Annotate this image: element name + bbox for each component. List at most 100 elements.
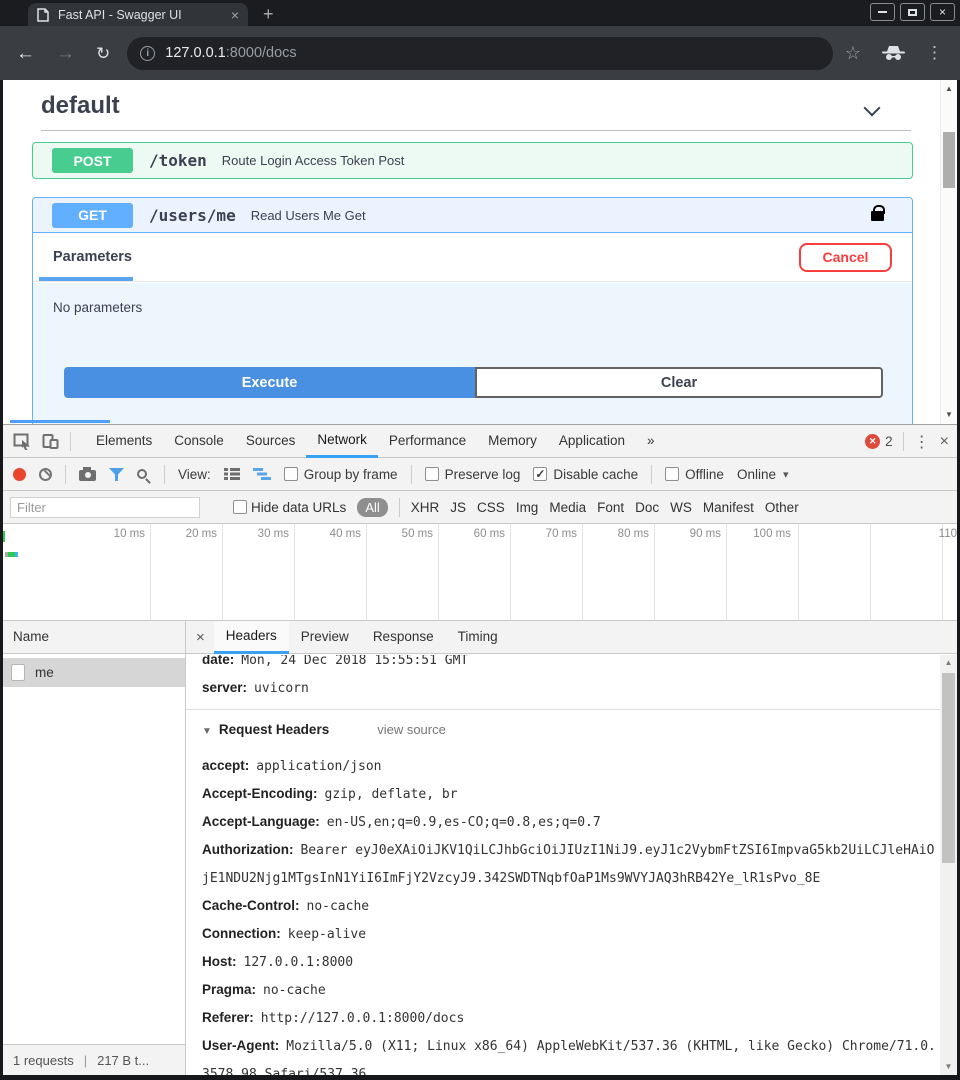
- request-header-row: Connection:keep-alive: [202, 920, 940, 948]
- filter-type-img[interactable]: Img: [516, 500, 539, 515]
- devtools-tab-application[interactable]: Application: [548, 425, 636, 458]
- page-scrollbar[interactable]: ▲ ▼: [940, 80, 957, 424]
- active-tab-underline: [39, 277, 133, 281]
- inspect-element-icon[interactable]: [13, 433, 32, 450]
- back-button[interactable]: ←: [16, 44, 35, 63]
- forward-button[interactable]: →: [56, 44, 75, 63]
- offline-checkbox[interactable]: [665, 467, 679, 481]
- search-icon[interactable]: [137, 469, 147, 479]
- timeline-tick-label: 80 ms: [587, 528, 649, 540]
- devtools-tab-performance[interactable]: Performance: [378, 425, 477, 458]
- details-tab-timing[interactable]: Timing: [446, 621, 510, 654]
- devtools-tab-elements[interactable]: Elements: [85, 425, 163, 458]
- device-toolbar-icon[interactable]: [42, 433, 59, 450]
- details-tab-response[interactable]: Response: [361, 621, 446, 654]
- tab-parameters[interactable]: Parameters: [53, 249, 132, 265]
- gridline: [510, 524, 511, 620]
- devtools-tab-console[interactable]: Console: [163, 425, 235, 458]
- filter-type-xhr[interactable]: XHR: [411, 500, 440, 515]
- disable-cache-label[interactable]: Disable cache: [553, 467, 638, 482]
- timeline-tick-label: 20 ms: [155, 528, 217, 540]
- filter-input[interactable]: [10, 497, 200, 518]
- scroll-down-icon[interactable]: ▼: [941, 410, 957, 419]
- devtools-tab-memory[interactable]: Memory: [477, 425, 548, 458]
- details-scrollbar[interactable]: ▲ ▼: [940, 655, 957, 1075]
- filter-type-js[interactable]: JS: [450, 500, 466, 515]
- bookmark-star-icon[interactable]: ☆: [845, 43, 861, 64]
- endpoint-header[interactable]: GET /users/me Read Users Me Get: [33, 198, 912, 233]
- horizontal-scrollbar-thumb[interactable]: [10, 420, 110, 423]
- clear-button[interactable]: Clear: [475, 367, 883, 398]
- minimize-button[interactable]: [870, 3, 895, 21]
- section-title: default: [41, 92, 120, 120]
- scrollbar-thumb[interactable]: [943, 132, 955, 188]
- group-by-frame-label[interactable]: Group by frame: [304, 467, 398, 482]
- clear-requests-icon[interactable]: [39, 468, 52, 481]
- offline-label[interactable]: Offline: [685, 467, 724, 482]
- auth-lock-icon[interactable]: [871, 211, 884, 221]
- preserve-log-checkbox[interactable]: [425, 467, 439, 481]
- execute-button[interactable]: Execute: [64, 367, 475, 398]
- error-count-badge[interactable]: ✕ 2: [865, 434, 893, 449]
- method-badge-post: POST: [52, 148, 133, 173]
- devtools-menu-icon[interactable]: ⋮: [914, 432, 930, 452]
- view-source-link[interactable]: view source: [377, 722, 446, 737]
- record-icon[interactable]: [13, 468, 26, 481]
- gridline: [294, 524, 295, 620]
- parameters-body: No parameters Execute Clear: [33, 283, 912, 424]
- preserve-log-label[interactable]: Preserve log: [445, 467, 521, 482]
- close-window-button[interactable]: ×: [930, 3, 955, 21]
- scroll-up-icon[interactable]: ▲: [941, 84, 957, 93]
- disable-cache-checkbox[interactable]: ✓: [533, 467, 547, 481]
- group-by-frame-checkbox[interactable]: [284, 467, 298, 481]
- filter-type-other[interactable]: Other: [765, 500, 799, 515]
- filter-type-manifest[interactable]: Manifest: [703, 500, 754, 515]
- tab-close-icon[interactable]: ×: [231, 7, 239, 23]
- separator: [164, 465, 165, 484]
- swagger-page: default POST /token Route Login Access T…: [3, 80, 957, 424]
- browser-tab[interactable]: Fast API - Swagger UI ×: [28, 3, 248, 26]
- filter-type-media[interactable]: Media: [549, 500, 586, 515]
- gridline: [654, 524, 655, 620]
- filter-type-css[interactable]: CSS: [477, 500, 505, 515]
- filter-type-ws[interactable]: WS: [670, 500, 692, 515]
- page-content: default POST /token Route Login Access T…: [3, 80, 957, 1075]
- close-icon: ×: [939, 5, 946, 19]
- new-tab-button[interactable]: +: [263, 2, 274, 26]
- network-overview-timeline[interactable]: 10 ms 20 ms 30 ms 40 ms 50 ms 60 ms 70 m…: [3, 524, 957, 621]
- waterfall-view-icon[interactable]: [253, 468, 271, 480]
- reload-button[interactable]: ↻: [96, 45, 110, 62]
- column-header-name[interactable]: Name: [3, 621, 185, 654]
- maximize-button[interactable]: [900, 3, 925, 21]
- hide-data-urls-checkbox[interactable]: [233, 500, 247, 514]
- scrollbar-thumb[interactable]: [942, 673, 955, 863]
- more-tabs-icon[interactable]: »: [636, 425, 666, 458]
- chevron-down-icon[interactable]: [864, 100, 881, 117]
- cancel-button[interactable]: Cancel: [799, 243, 892, 272]
- endpoint-post-token[interactable]: POST /token Route Login Access Token Pos…: [32, 142, 913, 179]
- devtools-tab-network[interactable]: Network: [306, 425, 378, 458]
- scroll-down-icon[interactable]: ▼: [940, 1062, 957, 1071]
- filter-type-doc[interactable]: Doc: [635, 500, 659, 515]
- divider: [186, 709, 940, 710]
- page-info-icon[interactable]: i: [140, 46, 155, 61]
- filter-funnel-icon[interactable]: [109, 468, 124, 481]
- hide-data-urls-label[interactable]: Hide data URLs: [251, 500, 346, 515]
- request-headers-section: ▼Request Headersview source: [202, 718, 940, 744]
- page-favicon-icon: [37, 8, 49, 22]
- scroll-up-icon[interactable]: ▲: [940, 658, 957, 667]
- disclosure-triangle-icon[interactable]: ▼: [202, 726, 212, 737]
- details-tab-preview[interactable]: Preview: [289, 621, 361, 654]
- throttling-dropdown[interactable]: Online ▾: [737, 467, 789, 482]
- request-row-me[interactable]: me: [3, 658, 185, 687]
- screenshot-capture-icon[interactable]: [79, 470, 96, 481]
- close-details-icon[interactable]: ×: [196, 629, 205, 646]
- devtools-close-icon[interactable]: ×: [940, 433, 949, 451]
- list-view-icon[interactable]: [224, 468, 240, 480]
- address-bar[interactable]: i 127.0.0.1:8000/docs: [127, 37, 833, 70]
- details-tab-headers[interactable]: Headers: [214, 621, 289, 654]
- devtools-tab-sources[interactable]: Sources: [235, 425, 307, 458]
- filter-type-font[interactable]: Font: [597, 500, 624, 515]
- filter-type-all[interactable]: All: [357, 498, 387, 517]
- browser-menu-icon[interactable]: ⋮: [926, 43, 943, 63]
